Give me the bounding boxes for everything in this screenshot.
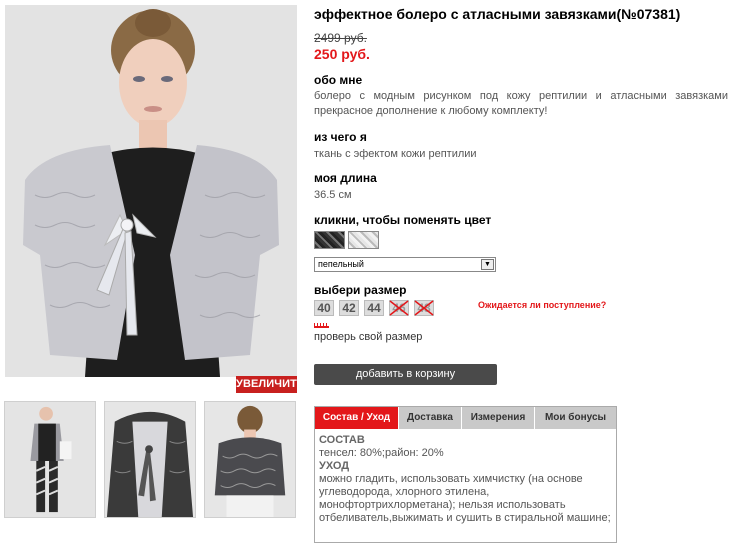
color-swatch-light[interactable] <box>348 231 379 249</box>
add-to-cart-button[interactable]: добавить в корзину <box>314 364 497 385</box>
color-label: кликни, чтобы поменять цвет <box>314 213 492 227</box>
main-product-photo[interactable] <box>5 5 297 377</box>
composition-text: тенсел: 80%;район: 20% <box>319 447 444 459</box>
size-option-42[interactable]: 42 <box>339 300 359 316</box>
thumbnail-full-look[interactable] <box>4 401 96 518</box>
size-option-40[interactable]: 40 <box>314 300 334 316</box>
tab-delivery[interactable]: Доставка <box>399 407 462 429</box>
care-text: можно гладить, использовать химчистку (н… <box>319 473 611 524</box>
about-label: обо мне <box>314 73 363 87</box>
color-select[interactable]: пепельный ▼ <box>314 257 496 272</box>
size-option-46-unavailable: 46 <box>389 300 409 316</box>
size-option-48-unavailable: 48 <box>414 300 434 316</box>
info-tabs-panel: Состав / Уход Доставка Измерения Мои бон… <box>314 406 617 543</box>
ruler-icon[interactable] <box>314 323 329 328</box>
unavailable-cross-icon <box>389 300 409 316</box>
tab-composition-care[interactable]: Состав / Уход <box>315 407 399 429</box>
material-text: ткань с эфектом кожи рептилии <box>314 148 477 160</box>
tab-content: СОСТАВ тенсел: 80%;район: 20% УХОД можно… <box>315 429 616 530</box>
zoom-button[interactable]: УВЕЛИЧИТЬ <box>236 376 305 393</box>
length-text: 36.5 см <box>314 189 352 201</box>
length-label: моя длина <box>314 171 377 185</box>
color-swatch-dark[interactable] <box>314 231 345 249</box>
check-size-link[interactable]: проверь свой размер <box>314 331 422 343</box>
composition-heading: СОСТАВ <box>319 434 365 446</box>
color-select-value: пепельный <box>318 259 364 269</box>
about-text: болеро с модным рисунком под кожу рептил… <box>314 90 728 117</box>
tab-bonuses[interactable]: Мои бонусы <box>535 407 616 429</box>
care-heading: УХОД <box>319 460 350 472</box>
size-label: выбери размер <box>314 283 407 297</box>
old-price: 2499 руб. <box>314 31 367 45</box>
new-price: 250 руб. <box>314 46 370 62</box>
thumbnail-detail-bow[interactable] <box>104 401 196 518</box>
tab-measurements[interactable]: Измерения <box>462 407 535 429</box>
product-title: эффектное болеро с атласными завязками(№… <box>314 6 681 22</box>
restock-notify-link[interactable]: Ожидается ли поступление? <box>478 300 606 310</box>
material-label: из чего я <box>314 130 367 144</box>
unavailable-cross-icon <box>414 300 434 316</box>
size-option-44[interactable]: 44 <box>364 300 384 316</box>
info-tabs: Состав / Уход Доставка Измерения Мои бон… <box>315 407 616 429</box>
chevron-down-icon[interactable]: ▼ <box>481 259 494 270</box>
thumbnail-back-view[interactable] <box>204 401 296 518</box>
